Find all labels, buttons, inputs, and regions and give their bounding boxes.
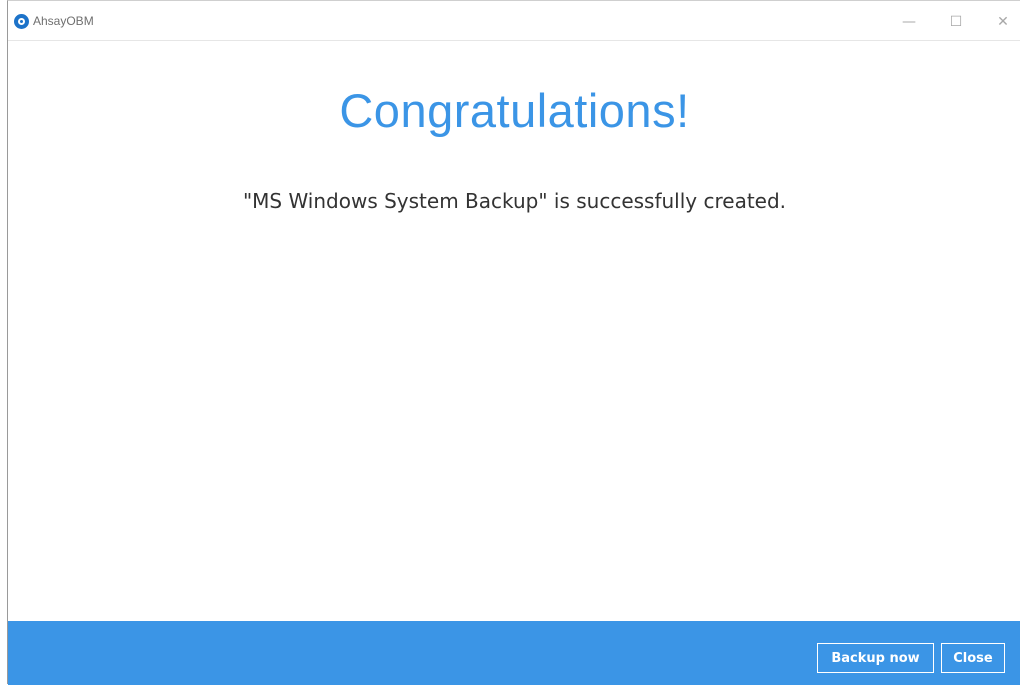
close-window-icon[interactable]: ✕	[987, 9, 1019, 35]
main-content: Congratulations! "MS Windows System Back…	[8, 41, 1020, 621]
congratulations-heading: Congratulations!	[339, 84, 690, 137]
backup-now-button[interactable]: Backup now	[817, 643, 934, 673]
maximize-icon[interactable]: ☐	[940, 9, 972, 35]
ahsay-logo-icon	[14, 14, 29, 29]
app-window: AhsayOBM — ☐ ✕ Congratulations! "MS Wind…	[7, 0, 1020, 685]
success-message: "MS Windows System Backup" is successful…	[242, 189, 787, 213]
footer-bar: Backup now Close	[8, 621, 1020, 685]
title-bar[interactable]: AhsayOBM — ☐ ✕	[8, 1, 1020, 41]
window-title: AhsayOBM	[33, 14, 94, 28]
close-button[interactable]: Close	[941, 643, 1005, 673]
minimize-icon[interactable]: —	[893, 9, 925, 35]
